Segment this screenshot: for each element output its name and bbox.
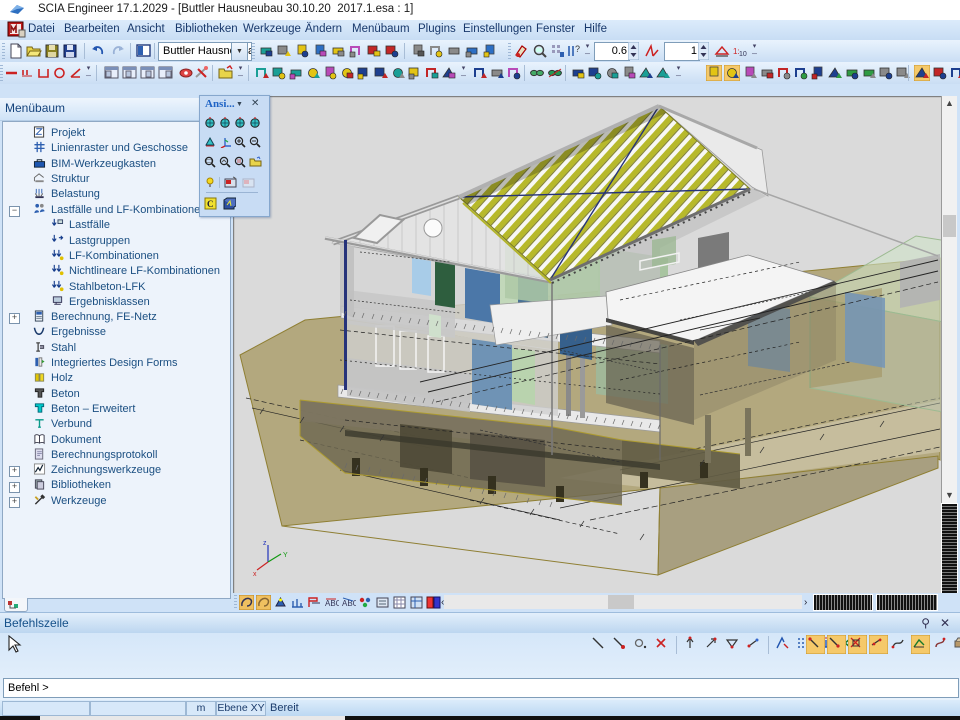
svg-text:C: C: [207, 199, 214, 209]
svg-text:Y: Y: [283, 552, 288, 559]
svg-text:x: x: [253, 571, 257, 578]
svg-text:ABC: ABC: [342, 599, 356, 608]
svg-text:ABC: ABC: [325, 599, 339, 608]
svg-text:?: ?: [575, 44, 580, 54]
svg-text:10: 10: [739, 51, 747, 58]
svg-text:z: z: [263, 540, 267, 547]
